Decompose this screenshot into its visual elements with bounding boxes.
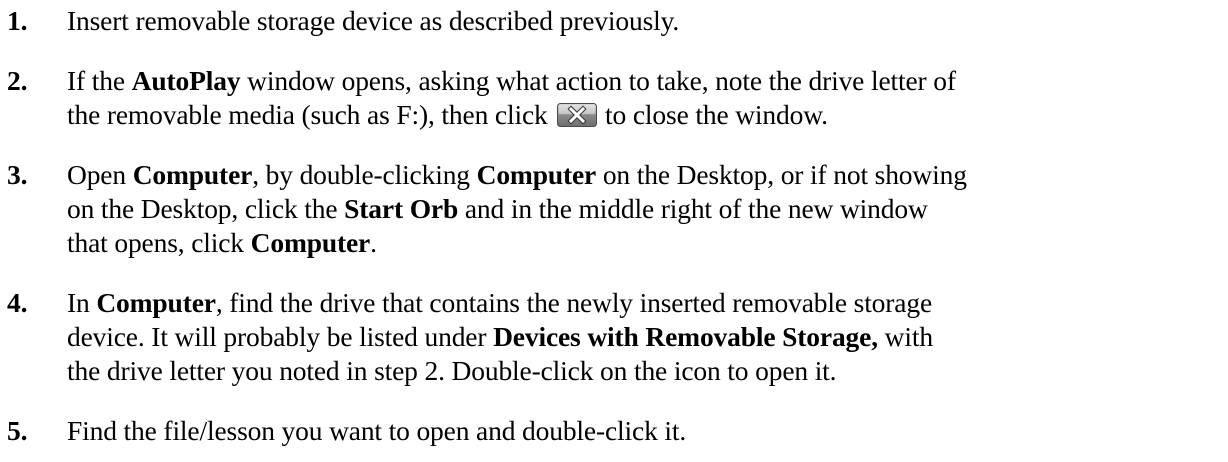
step-text: In Computer, find the drive that contain… <box>67 286 1227 388</box>
term-computer: Computer <box>96 287 216 318</box>
step-line: on the Desktop, click the Start Orb and … <box>67 193 928 224</box>
step-line: Insert removable storage device as descr… <box>67 5 680 36</box>
step-text: Insert removable storage device as descr… <box>67 4 1227 38</box>
step-text: If the AutoPlay window opens, asking wha… <box>67 64 1227 132</box>
step-text: Open Computer, by double-clicking Comput… <box>67 158 1227 260</box>
step-line: the drive letter you noted in step 2. Do… <box>67 355 837 386</box>
step-line: In Computer, find the drive that contain… <box>67 287 933 318</box>
step-number: 2. <box>7 65 28 96</box>
step-text: Find the file/lesson you want to open an… <box>67 414 1227 448</box>
step-line: device. It will probably be listed under… <box>67 321 933 352</box>
step-line: If the AutoPlay window opens, asking wha… <box>67 65 956 96</box>
term-autoplay: AutoPlay <box>131 65 241 96</box>
term-start-orb: Start Orb <box>344 193 459 224</box>
term-computer: Computer <box>132 159 253 190</box>
step-number: 3. <box>7 159 28 190</box>
step-number: 4. <box>7 287 28 318</box>
close-button-icon <box>557 103 598 127</box>
step-number: 1. <box>7 5 28 36</box>
term-devices-with-removable-storage: Devices with Removable Storage, <box>493 321 878 352</box>
step-line: Find the file/lesson you want to open an… <box>67 415 687 446</box>
step-number: 5. <box>7 415 28 446</box>
term-computer: Computer <box>250 227 371 258</box>
step-line: Open Computer, by double-clicking Comput… <box>67 159 967 190</box>
step-line: that opens, click Computer. <box>67 227 377 258</box>
step-line: the removable media (such as F:), then c… <box>67 99 828 130</box>
term-computer: Computer <box>476 159 597 190</box>
